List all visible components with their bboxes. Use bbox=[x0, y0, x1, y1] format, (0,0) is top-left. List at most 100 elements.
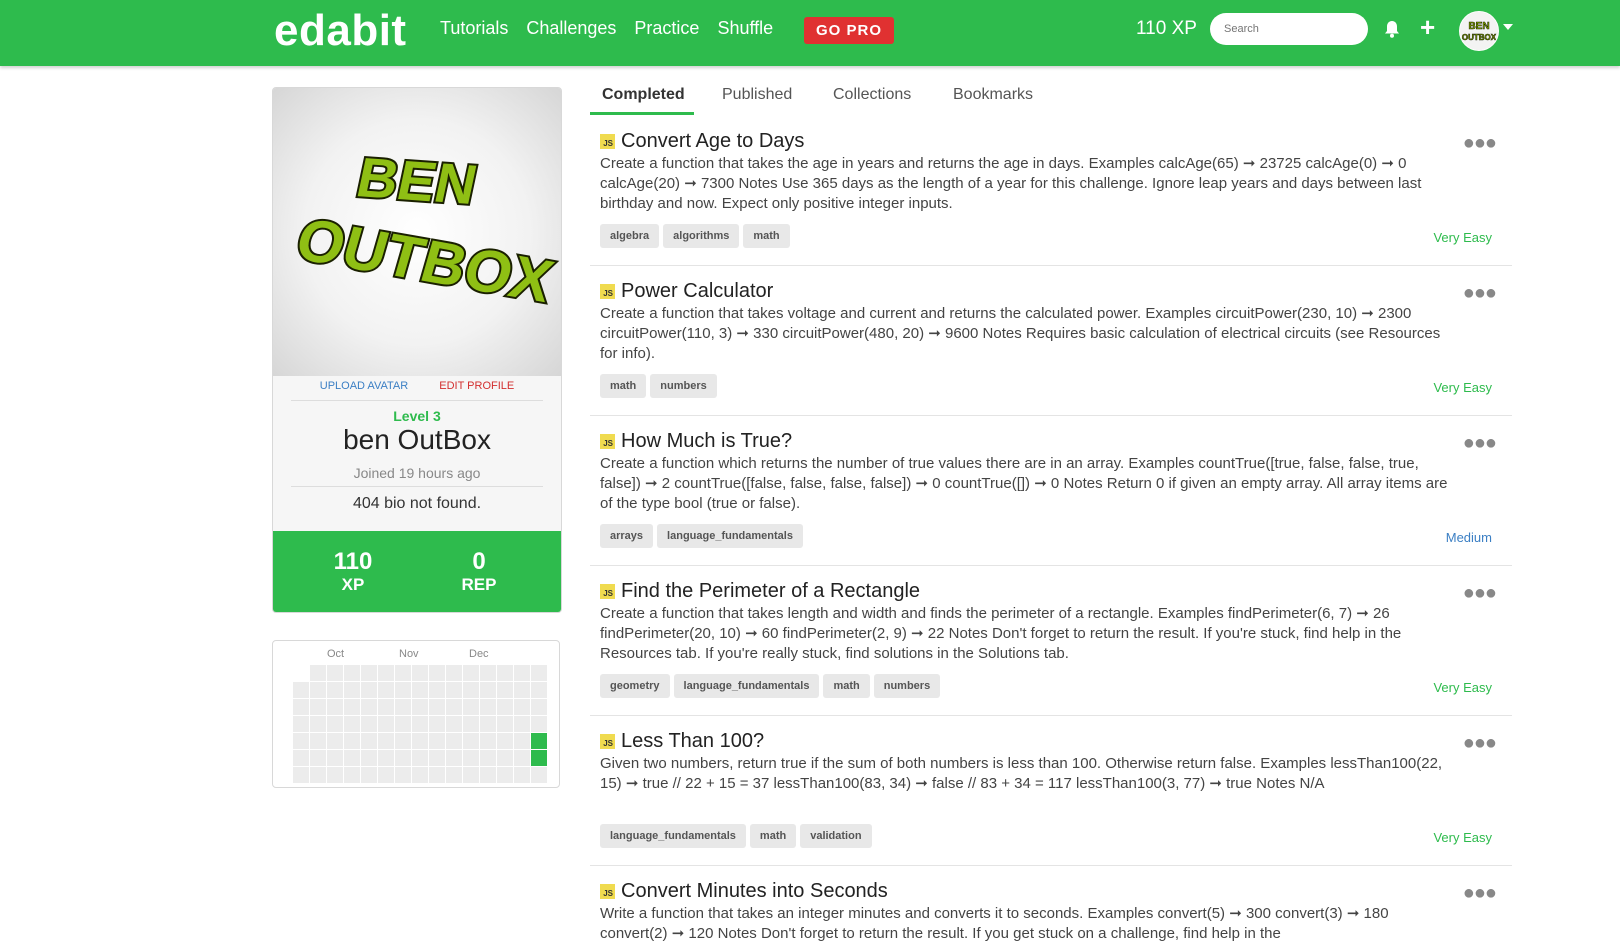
svg-text:OUTBOX: OUTBOX bbox=[289, 206, 560, 315]
challenge-description: Create a function that takes length and … bbox=[600, 605, 1402, 662]
tag[interactable]: math bbox=[743, 224, 790, 248]
month-label: Oct bbox=[327, 648, 345, 660]
heatmap-cell bbox=[327, 716, 343, 732]
heatmap-cell bbox=[327, 665, 343, 681]
heatmap-cell bbox=[327, 682, 343, 698]
tag[interactable]: geometry bbox=[600, 674, 670, 698]
user-bio: 404 bio not found. bbox=[352, 495, 482, 512]
heatmap-cell bbox=[463, 699, 479, 715]
heatmap-cell bbox=[293, 716, 309, 732]
nav-links: Tutorials Challenges Practice Shuffle bbox=[440, 18, 791, 39]
xp-value: 110 bbox=[333, 548, 373, 575]
profile-tabs: Completed Published Collections Bookmark… bbox=[590, 80, 1510, 116]
heatmap-cell bbox=[531, 767, 547, 783]
tag[interactable]: arrays bbox=[600, 524, 654, 548]
avatar[interactable]: BEN OUTBOX bbox=[1459, 11, 1499, 51]
heatmap-cell bbox=[361, 665, 377, 681]
rep-value: 0 bbox=[472, 548, 486, 575]
heatmap-cell bbox=[446, 699, 462, 715]
heatmap-cell bbox=[463, 733, 479, 749]
upload-avatar-link[interactable]: UPLOAD AVATAR bbox=[320, 380, 408, 392]
tag[interactable]: language_fundamentals bbox=[657, 524, 803, 548]
nav-link-practice[interactable]: Practice bbox=[634, 18, 699, 39]
tab-completed[interactable]: Completed bbox=[602, 86, 685, 104]
rep-label: REP bbox=[461, 575, 497, 594]
edit-profile-link[interactable]: EDIT PROFILE bbox=[439, 380, 514, 392]
svg-text:BEN: BEN bbox=[352, 146, 483, 216]
heatmap-cell bbox=[412, 767, 428, 783]
heatmap-cell bbox=[310, 750, 326, 766]
search-input[interactable] bbox=[1210, 13, 1368, 45]
month-label: Nov bbox=[399, 648, 419, 660]
tag[interactable]: language_fundamentals bbox=[673, 674, 820, 698]
heatmap-cell bbox=[395, 682, 411, 698]
heatmap-cell bbox=[327, 733, 343, 749]
heatmap-cell bbox=[378, 682, 394, 698]
challenge-title[interactable]: JS Convert Age to Days bbox=[600, 130, 804, 153]
top-navbar: edabit Tutorials Challenges Practice Shu… bbox=[0, 0, 1620, 66]
heatmap-cell bbox=[446, 665, 462, 681]
chevron-down-icon[interactable] bbox=[1503, 24, 1513, 30]
nav-link-tutorials[interactable]: Tutorials bbox=[440, 18, 508, 39]
javascript-icon: JS bbox=[600, 134, 615, 149]
heatmap-cell bbox=[327, 750, 343, 766]
heatmap-cell bbox=[429, 699, 445, 715]
bell-icon[interactable] bbox=[1384, 20, 1400, 43]
more-options-icon[interactable]: ●●● bbox=[1463, 582, 1497, 605]
challenge-title[interactable]: JS Find the Perimeter of a Rectangle bbox=[600, 580, 920, 603]
heatmap-cell bbox=[497, 716, 513, 732]
tab-published[interactable]: Published bbox=[722, 86, 792, 104]
tag[interactable]: validation bbox=[800, 824, 872, 848]
more-options-icon[interactable]: ●●● bbox=[1463, 282, 1497, 305]
challenge-title[interactable]: JS Power Calculator bbox=[600, 280, 773, 303]
heatmap-cell bbox=[293, 665, 309, 681]
more-options-icon[interactable]: ●●● bbox=[1463, 732, 1497, 755]
tag[interactable]: numbers bbox=[873, 674, 941, 698]
challenge-item: JS Convert Age to Days Create a function … bbox=[590, 130, 1512, 266]
heatmap-cell bbox=[310, 733, 326, 749]
heatmap-cell bbox=[429, 665, 445, 681]
tag[interactable]: math bbox=[600, 374, 647, 398]
heatmap-cell bbox=[446, 716, 462, 732]
tag[interactable]: algorithms bbox=[663, 224, 740, 248]
challenge-description: Write a function that takes an integer m… bbox=[600, 905, 1389, 942]
challenge-item: JS Power Calculator Create a function tha… bbox=[590, 280, 1512, 416]
stats-panel: 110 XP 0 REP bbox=[273, 531, 561, 612]
activity-heatmap: Oct Nov Dec bbox=[272, 640, 560, 788]
brand-logo[interactable]: edabit bbox=[274, 6, 407, 56]
heatmap-cell bbox=[497, 699, 513, 715]
challenge-title[interactable]: JS Less Than 100? bbox=[600, 730, 764, 753]
challenge-item: JS Convert Minutes into Seconds Write a f… bbox=[590, 880, 1512, 948]
more-options-icon[interactable]: ●●● bbox=[1463, 132, 1497, 155]
tab-bookmarks[interactable]: Bookmarks bbox=[953, 86, 1033, 104]
challenge-description: Given two numbers, return true if the su… bbox=[600, 755, 1443, 792]
heatmap-cell bbox=[514, 750, 530, 766]
more-options-icon[interactable]: ●●● bbox=[1463, 432, 1497, 455]
heatmap-cell bbox=[514, 767, 530, 783]
javascript-icon: JS bbox=[600, 284, 615, 299]
tag[interactable]: math bbox=[823, 674, 870, 698]
heatmap-cell bbox=[378, 665, 394, 681]
heatmap-cell bbox=[480, 665, 496, 681]
tag[interactable]: language_fundamentals bbox=[600, 824, 746, 848]
tab-collections[interactable]: Collections bbox=[833, 86, 911, 104]
tag[interactable]: numbers bbox=[650, 374, 717, 398]
create-plus-button[interactable]: + bbox=[1420, 14, 1435, 40]
challenge-title[interactable]: JS How Much is True? bbox=[600, 430, 792, 453]
heatmap-cell bbox=[531, 682, 547, 698]
more-options-icon[interactable]: ●●● bbox=[1463, 882, 1497, 905]
tag[interactable]: math bbox=[749, 824, 797, 848]
divider bbox=[291, 400, 543, 401]
heatmap-cell bbox=[361, 682, 377, 698]
go-pro-button[interactable]: GO PRO bbox=[804, 17, 895, 44]
heatmap-cell bbox=[378, 750, 394, 766]
heatmap-cell bbox=[344, 699, 360, 715]
nav-link-shuffle[interactable]: Shuffle bbox=[717, 18, 773, 39]
profile-avatar: BEN OUTBOX bbox=[273, 88, 561, 376]
challenge-title[interactable]: JS Convert Minutes into Seconds bbox=[600, 880, 888, 903]
nav-link-challenges[interactable]: Challenges bbox=[526, 18, 616, 39]
javascript-icon: JS bbox=[600, 434, 615, 449]
heatmap-cell bbox=[361, 750, 377, 766]
tag[interactable]: algebra bbox=[600, 224, 660, 248]
heatmap-cell bbox=[327, 699, 343, 715]
